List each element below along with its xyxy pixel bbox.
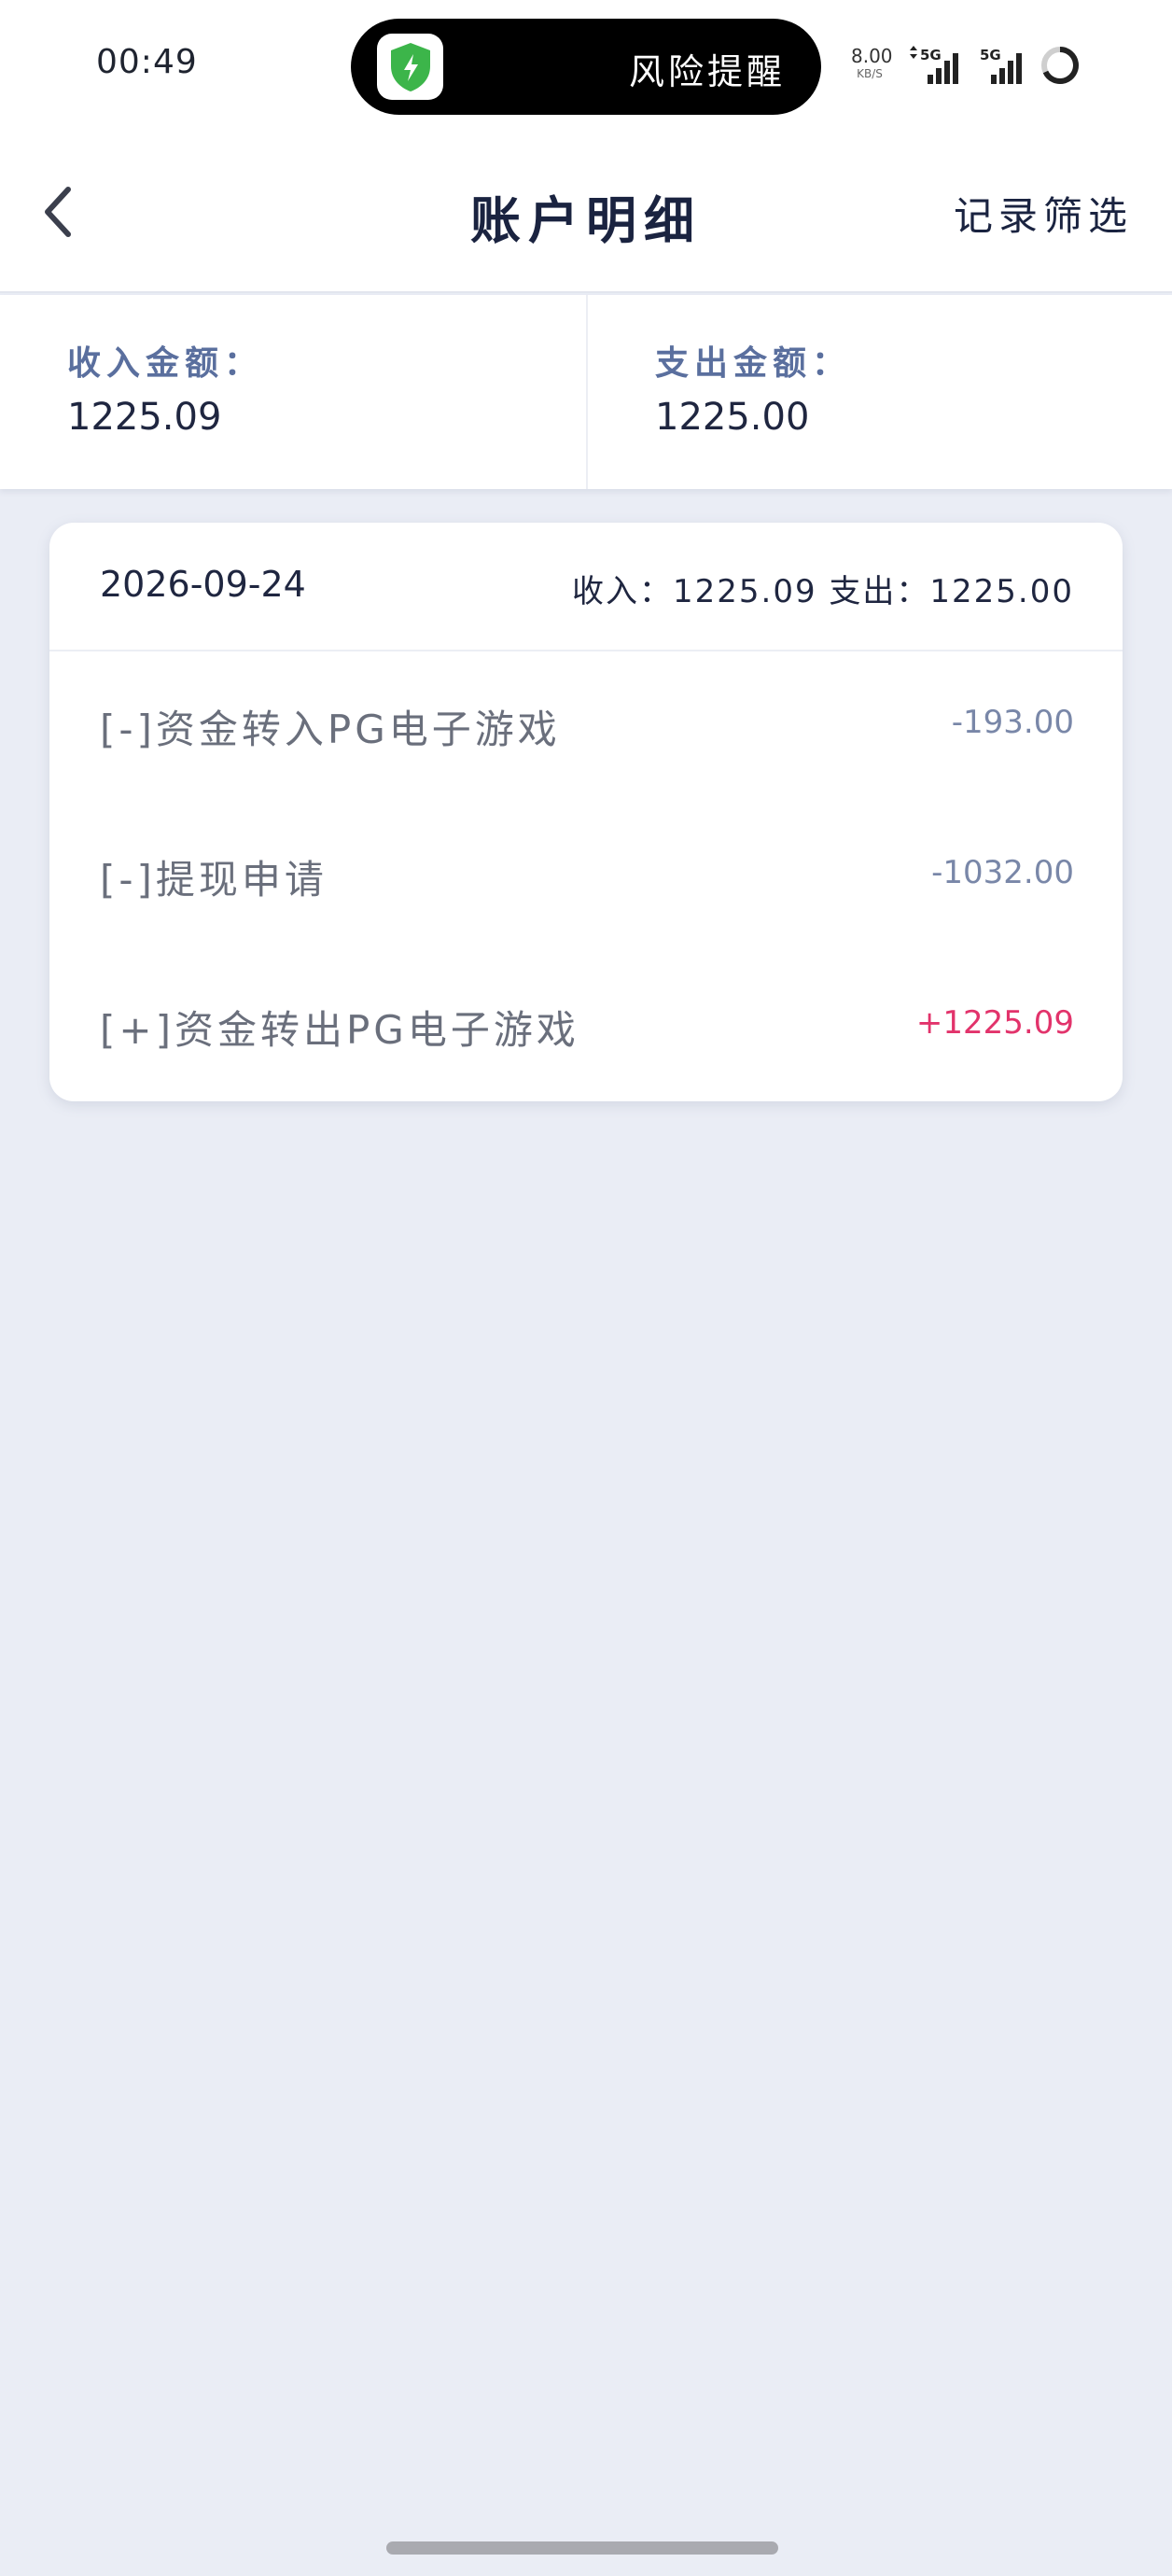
signal-1-label: 5G — [920, 47, 942, 63]
network-speed-unit: KB/S — [857, 67, 883, 80]
record-label: [-]提现申请 — [100, 857, 328, 903]
battery-ring-icon — [1039, 45, 1081, 90]
signal-2-label: 5G — [980, 47, 1001, 63]
record-filter-button[interactable]: 记录筛选 — [954, 185, 1133, 242]
signal-5g-icon-2: 5G — [978, 45, 1028, 90]
card-header: 2026-09-24 收入：1225.09 支出：1225.00 — [49, 523, 1123, 651]
record-row[interactable]: [-]资金转入PG电子游戏 -193.00 — [49, 651, 1123, 802]
record-row[interactable]: [-]提现申请 -1032.00 — [49, 802, 1123, 952]
income-value: 1225.09 — [67, 396, 222, 439]
network-speed-value: 8.00 — [851, 45, 893, 67]
account-summary: 收入金额： 1225.09 支出金额： 1225.00 — [0, 295, 1172, 489]
network-speed: 8.00 KB/S — [851, 45, 893, 80]
expense-value: 1225.00 — [655, 396, 810, 439]
income-summary: 收入金额： 1225.09 — [0, 295, 586, 489]
record-amount: -1032.00 — [931, 854, 1074, 891]
screen: 00:49 风险提醒 8.00 KB/S 5G 5G 账户明细 记录筛选 收入金… — [0, 0, 1172, 2576]
signal-5g-icon: 5G — [907, 45, 963, 90]
record-amount: -193.00 — [951, 704, 1074, 741]
status-time: 00:49 — [96, 43, 198, 81]
record-label: [+]资金转出PG电子游戏 — [100, 1007, 579, 1053]
expense-summary: 支出金额： 1225.00 — [586, 295, 1172, 489]
record-row[interactable]: [+]资金转出PG电子游戏 +1225.09 — [49, 952, 1123, 1101]
income-label: 收入金额： — [67, 344, 264, 383]
record-amount: +1225.09 — [915, 1004, 1074, 1042]
record-label: [-]资金转入PG电子游戏 — [100, 707, 561, 752]
home-indicator[interactable] — [386, 2541, 778, 2555]
status-bar: 00:49 风险提醒 8.00 KB/S 5G 5G — [0, 0, 1172, 131]
risk-alert-pill[interactable]: 风险提醒 — [351, 19, 821, 115]
day-record-card: 2026-09-24 收入：1225.09 支出：1225.00 [-]资金转入… — [49, 523, 1123, 1101]
risk-alert-text: 风险提醒 — [628, 51, 786, 92]
nav-bar: 账户明细 记录筛选 — [0, 131, 1172, 293]
record-date: 2026-09-24 — [100, 564, 306, 605]
expense-label: 支出金额： — [655, 344, 852, 383]
day-totals: 收入：1225.09 支出：1225.00 — [571, 573, 1074, 610]
shield-bolt-icon — [377, 34, 443, 100]
